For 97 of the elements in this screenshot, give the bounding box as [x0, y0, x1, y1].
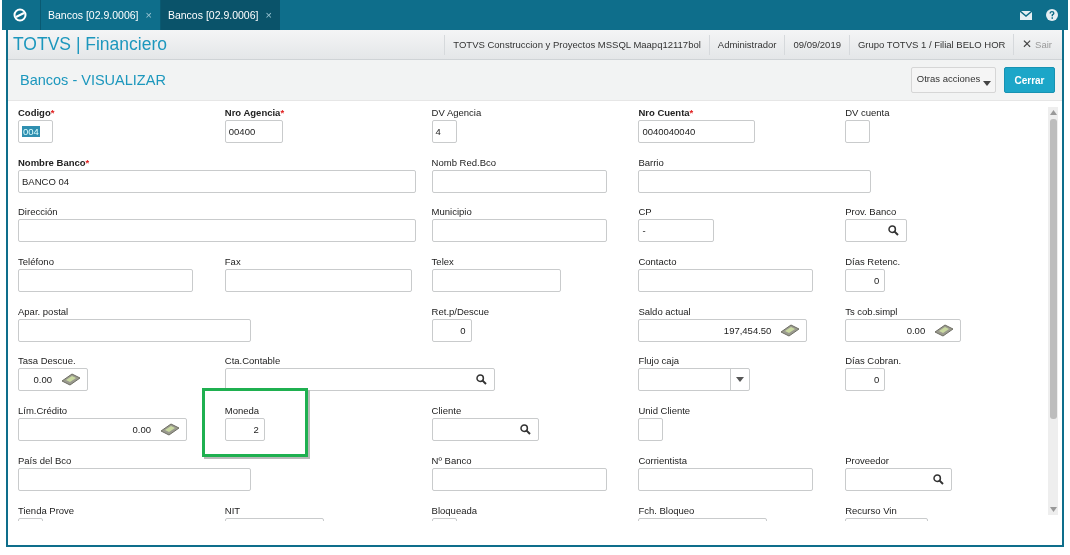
input-field[interactable] [638, 418, 664, 442]
field-label: Apar. postal [18, 305, 69, 317]
exit-link[interactable]: ✕ Sair [1013, 34, 1062, 55]
field-label: CP [638, 206, 652, 218]
session-info: 09/09/2019 [784, 34, 849, 55]
input-field[interactable] [638, 467, 814, 491]
mail-icon[interactable] [1020, 10, 1032, 20]
field-label: Proveedor [845, 454, 890, 466]
field-label: Lím.Crédito [18, 405, 68, 417]
input-field[interactable]: 0 [845, 368, 886, 392]
input-field[interactable] [431, 418, 539, 442]
field-label: Ret.p/Descue [431, 305, 490, 317]
input-field[interactable]: 0.00 [18, 418, 187, 442]
field-label: Nro Cuenta* [638, 107, 694, 118]
field-label: Nro Agencia* [224, 107, 285, 118]
field-label: Días Cobran. [845, 355, 902, 367]
field-label: Cta.Contable [224, 355, 281, 367]
input-field[interactable]: 004 [18, 120, 53, 143]
search-icon[interactable] [475, 374, 487, 386]
app-title: TOTVS | Financiero [13, 34, 167, 55]
input-field[interactable] [18, 318, 251, 342]
input-field[interactable] [845, 219, 908, 243]
field-label: Prov. Banco [845, 206, 897, 218]
field-label: Fax [224, 256, 241, 268]
input-field[interactable] [431, 269, 561, 293]
scroll-down-icon[interactable] [1049, 507, 1057, 512]
session-info: Administrador [708, 34, 785, 55]
field-label: Tasa Descue. [18, 355, 76, 367]
input-field[interactable] [431, 467, 607, 491]
field-label: Bloqueada [431, 504, 478, 516]
more-actions-button[interactable]: Otras acciones [911, 67, 996, 93]
field-label: Fch. Bloqueo [638, 504, 695, 516]
field-label: Unid Cliente [638, 405, 691, 417]
input-field[interactable]: 0.00 [18, 368, 88, 392]
input-field[interactable] [845, 120, 871, 143]
field-label: DV cuenta [845, 107, 890, 118]
input-field[interactable] [431, 219, 607, 243]
input-field[interactable] [638, 269, 814, 293]
field-label: Tienda Prove [18, 504, 75, 516]
field-label: Contacto [638, 256, 677, 268]
field-label: Moneda [224, 405, 260, 417]
input-field[interactable] [431, 169, 607, 193]
field-label: Nomb Red.Bco [431, 156, 496, 168]
input-field[interactable]: 197,454.50 [638, 318, 808, 342]
close-icon[interactable]: × [265, 9, 272, 21]
input-field[interactable]: 0040040040 [638, 120, 756, 143]
help-icon[interactable] [1046, 9, 1058, 21]
field-label: Nº Banco [431, 454, 472, 466]
input-field[interactable] [845, 467, 953, 491]
input-field[interactable] [18, 219, 416, 243]
field-label: NIT [224, 504, 241, 516]
input-field[interactable]: 0.00 [845, 318, 962, 342]
field-label: Teléfono [18, 256, 54, 268]
page-title: Bancos - VISUALIZAR [20, 72, 166, 88]
input-field[interactable] [18, 269, 193, 293]
scroll-up-icon[interactable] [1049, 110, 1057, 115]
caret-icon[interactable] [736, 377, 745, 383]
calculator-icon[interactable] [61, 373, 81, 387]
input-field[interactable] [638, 368, 751, 392]
calculator-icon[interactable] [934, 323, 955, 337]
field-label: País del Bco [18, 454, 72, 466]
field-label: Corrientista [638, 454, 687, 466]
session-info: Grupo TOTVS 1 / Filial BELO HOR [848, 34, 1014, 55]
input-field[interactable]: 2 [224, 418, 265, 442]
field-label: Municipio [431, 206, 472, 218]
input-field[interactable]: 00400 [224, 120, 283, 143]
search-icon[interactable] [933, 473, 945, 485]
session-info: TOTVS Construccion y Proyectos MSSQL Maapq12117bol [444, 34, 709, 55]
calculator-icon[interactable] [780, 323, 801, 337]
field-label: Barrio [638, 156, 664, 168]
field-label: Nombre Banco* [18, 156, 90, 168]
field-label: Telex [431, 256, 454, 268]
input-field[interactable]: 4 [431, 120, 457, 143]
search-icon[interactable] [888, 225, 900, 237]
field-label: Días Retenc. [845, 256, 901, 268]
input-field[interactable]: 0 [431, 318, 472, 342]
scrollbar[interactable] [1048, 107, 1058, 515]
logo-icon[interactable] [13, 8, 27, 22]
input-field[interactable]: BANCO 04 [18, 169, 416, 193]
field-label: DV Agencia [431, 107, 482, 118]
field-label: Flujo caja [638, 355, 680, 367]
input-field[interactable]: 0 [845, 269, 886, 293]
field-label: Ts cob.simpl [845, 305, 898, 317]
calculator-icon[interactable] [160, 423, 180, 437]
input-field[interactable] [224, 269, 412, 293]
caret-icon[interactable] [983, 81, 991, 86]
input-field[interactable] [224, 368, 495, 392]
field-label: Dirección [18, 206, 58, 218]
field-label: Recurso Vin [845, 504, 897, 516]
field-label: Saldo actual [638, 305, 691, 317]
input-field[interactable]: - [638, 219, 715, 243]
tab[interactable]: Bancos [02.9.0006] × [159, 0, 280, 30]
field-label: Codigo* [18, 107, 55, 118]
search-icon[interactable] [519, 424, 531, 436]
input-field[interactable] [18, 467, 251, 491]
field-label: Cliente [431, 405, 462, 417]
input-field[interactable] [638, 169, 872, 193]
